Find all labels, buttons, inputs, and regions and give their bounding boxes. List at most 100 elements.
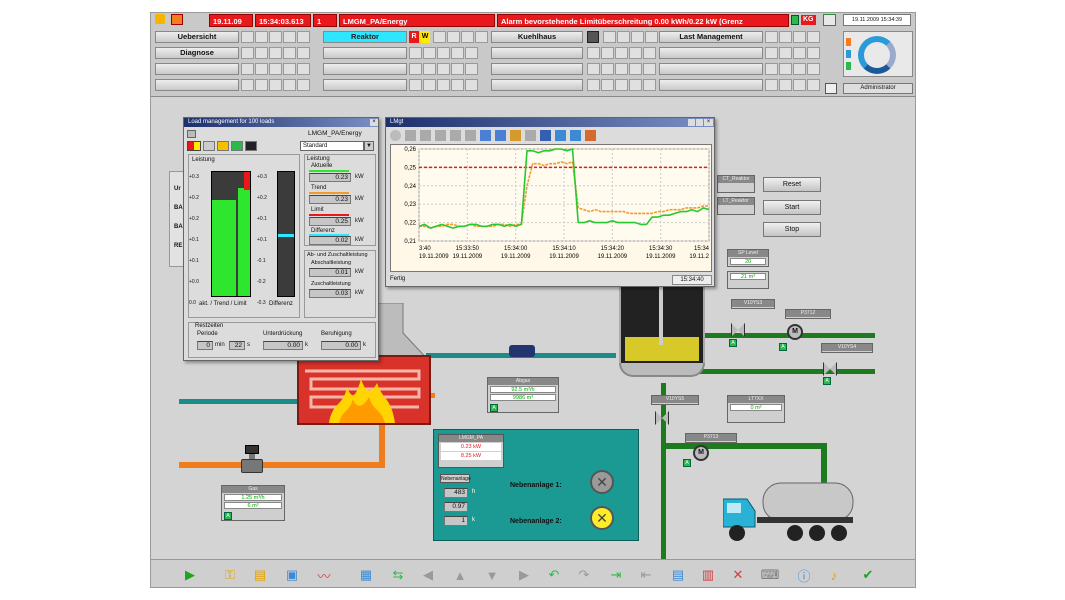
gas-title: Gas <box>222 486 284 493</box>
nav-last-management-button[interactable]: Last Management <box>659 31 763 43</box>
reactor-vessel[interactable] <box>619 277 705 377</box>
login-icon[interactable]: ⇥ <box>605 566 627 584</box>
furnace <box>297 355 431 425</box>
picture-icon[interactable]: ▣ <box>281 566 303 584</box>
level-out-box[interactable]: LT7XX 0 m³ <box>727 395 785 423</box>
back-icon[interactable]: ↶ <box>543 566 565 584</box>
tanker-truck-icon <box>723 482 854 541</box>
s-unit: s <box>247 342 250 348</box>
limit-value: 0.25 <box>309 217 351 226</box>
keyboard-icon[interactable]: ⌨ <box>759 566 781 584</box>
trend-window[interactable]: LMgt × 0,26 0,25 0,24 0,23 0,22 0,21 3:40 19.11… <box>385 117 715 287</box>
sound-icon[interactable]: ♪ <box>823 566 845 584</box>
nebenanlage-2-label: Nebenanlage 2: <box>510 518 562 525</box>
alarm-text[interactable]: Alarm bevorstehende Limitüberschreitung … <box>497 14 789 27</box>
status-overview-widget[interactable] <box>843 31 913 77</box>
nav-reaktor-button[interactable]: Reaktor <box>323 31 407 43</box>
pump2-label: P3713 <box>686 434 736 441</box>
prev-icon[interactable] <box>420 130 431 141</box>
gas-valve-icon[interactable] <box>237 445 267 475</box>
minimize-icon[interactable] <box>688 119 695 126</box>
logout-icon[interactable]: ⇤ <box>635 566 657 584</box>
move-icon[interactable] <box>495 130 506 141</box>
trend-time: 15:34:40 <box>672 275 712 285</box>
pump-icon[interactable]: M <box>787 324 803 340</box>
abgas-meter-box[interactable]: Abgas 92.5 m³/h 9986 m³ A <box>487 377 559 413</box>
zoom-icon[interactable] <box>480 130 491 141</box>
unterdrueckung-value: 0.00 <box>263 341 303 350</box>
document-icon[interactable]: ▦ <box>355 566 377 584</box>
nav-diagnose-button[interactable]: Diagnose <box>155 47 239 59</box>
restzeiten-label: Restzeiten <box>195 323 224 329</box>
sp-level-box[interactable]: SP Level 20 <box>727 249 769 267</box>
print-icon[interactable] <box>555 130 566 141</box>
close-icon[interactable]: × <box>370 119 378 126</box>
alarm-date: 19.11.09 <box>209 14 253 27</box>
report-icon[interactable] <box>823 14 836 26</box>
faceplate-titlebar[interactable]: Load management for 100 loads <box>184 118 378 127</box>
flow-meter-icon[interactable] <box>509 345 535 357</box>
tool-icon[interactable] <box>217 141 229 151</box>
reaktor-r-badge: R <box>409 31 419 43</box>
reset-button[interactable]: Reset <box>763 177 821 192</box>
user-icon[interactable] <box>825 83 837 94</box>
folder-icon[interactable]: ▤ <box>249 566 271 584</box>
key-icon[interactable]: ⚿ <box>219 566 241 584</box>
last-icon[interactable] <box>450 130 461 141</box>
arrow-up-icon[interactable]: ▲ <box>449 566 471 584</box>
info-icon[interactable]: ⓘ <box>793 566 815 584</box>
abgas-flow-value: 92.5 m³/h <box>490 386 556 393</box>
flame-icon <box>305 369 421 423</box>
stop-button[interactable]: Stop <box>763 222 821 237</box>
tool-icon[interactable] <box>203 141 215 151</box>
trend-plot[interactable]: 0,26 0,25 0,24 0,23 0,22 0,21 3:40 19.11.2009 15… <box>390 144 712 272</box>
play-icon[interactable]: ▶ <box>179 566 201 584</box>
save-icon[interactable]: ▥ <box>697 566 719 584</box>
select-icon[interactable] <box>525 130 536 141</box>
maximize-icon[interactable] <box>696 119 703 126</box>
swap-icon[interactable]: ⇆ <box>387 566 409 584</box>
chevron-down-icon[interactable]: ▼ <box>364 141 374 151</box>
settings-icon[interactable] <box>585 130 596 141</box>
periode-s-value: 22 <box>229 341 245 350</box>
first-icon[interactable] <box>405 130 416 141</box>
report-icon[interactable]: ▤ <box>667 566 689 584</box>
load-management-faceplate[interactable]: Load management for 100 loads × LMGM_PA/… <box>183 117 379 361</box>
abschaltleistung-value[interactable]: 0.01 <box>309 268 351 277</box>
tool-icon[interactable] <box>231 141 243 151</box>
nav-kuehlhaus-button[interactable]: Kuehlhaus <box>491 31 583 43</box>
next-icon[interactable] <box>435 130 446 141</box>
forward-icon[interactable]: ↷ <box>573 566 595 584</box>
ruler-icon[interactable] <box>510 130 521 141</box>
x-tick-date: 19.11.2009 <box>453 254 483 260</box>
stop-icon[interactable] <box>540 130 551 141</box>
alarm-button-icon[interactable] <box>171 14 183 25</box>
valve-tag-2: V10YS4 <box>821 343 873 353</box>
close-icon[interactable]: × <box>704 119 713 126</box>
bell-icon[interactable] <box>245 141 257 151</box>
trend-value: 0.23 <box>309 195 351 204</box>
faceplate-tag: LMGM_PA/Energy <box>308 130 362 137</box>
trend-titlebar[interactable]: LMgt <box>386 118 714 127</box>
leistung-label: Leistung <box>192 157 215 163</box>
gas-meter-box[interactable]: Gas 1.25 m³/h 6 m³ A <box>221 485 285 521</box>
help-icon[interactable] <box>390 130 401 141</box>
acknowledge-icon[interactable]: ✔ <box>857 566 879 584</box>
export-icon[interactable] <box>570 130 581 141</box>
alarm-rw-icon[interactable] <box>187 141 201 151</box>
pause-icon[interactable] <box>465 130 476 141</box>
beruhigung-value: 0.00 <box>321 341 361 350</box>
arrow-down-icon[interactable]: ▼ <box>481 566 503 584</box>
faceplate-settings-icon[interactable] <box>187 130 196 138</box>
mode-select[interactable]: Standard <box>300 141 364 151</box>
start-button[interactable]: Start <box>763 200 821 215</box>
delete-icon[interactable]: ✕ <box>727 566 749 584</box>
pump-icon[interactable]: M <box>693 445 709 461</box>
arrow-left-icon[interactable]: ◀ <box>417 566 439 584</box>
arrow-right-icon[interactable]: ▶ <box>513 566 535 584</box>
zuschaltleistung-value[interactable]: 0.03 <box>309 289 351 298</box>
y-tick-label: 0,22 <box>404 221 416 227</box>
nav-uebersicht-button[interactable]: Uebersicht <box>155 31 239 43</box>
trend-icon[interactable]: 〰 <box>313 566 335 584</box>
side-label: RE <box>174 243 183 249</box>
